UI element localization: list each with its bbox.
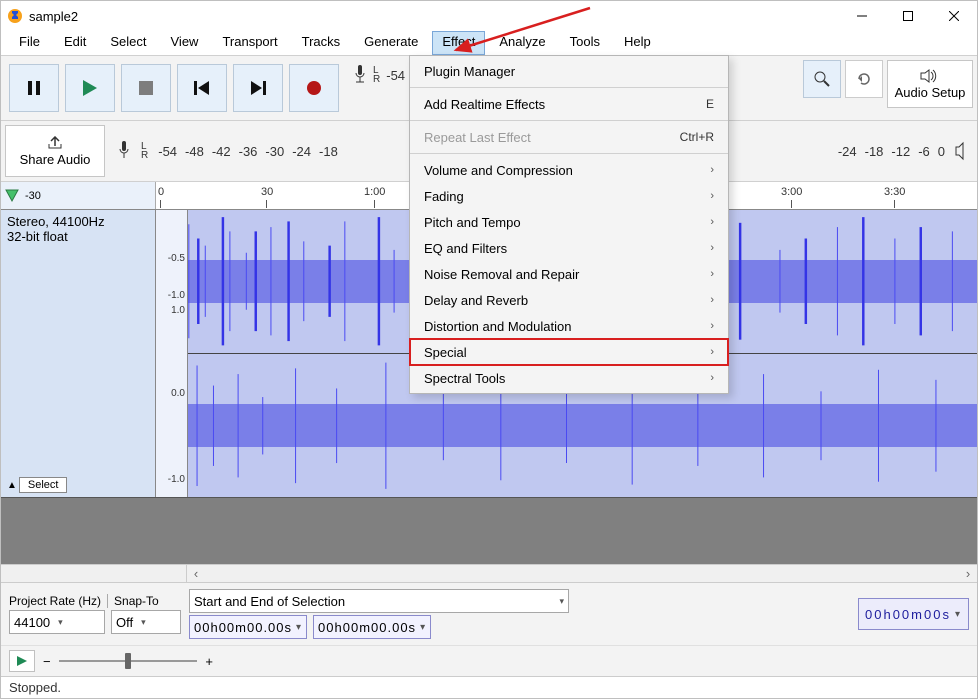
skip-start-button[interactable] xyxy=(177,64,227,112)
playhead-icon[interactable] xyxy=(5,189,19,203)
effect-menu-dropdown: Plugin Manager Add Realtime EffectsE Rep… xyxy=(409,55,729,394)
microphone-icon xyxy=(353,64,367,86)
chevron-right-icon: › xyxy=(710,320,714,332)
microphone-icon xyxy=(117,140,131,162)
project-rate-combo[interactable]: 44100▾ xyxy=(9,610,105,634)
scroll-right-button[interactable]: › xyxy=(959,566,977,581)
chevron-right-icon: › xyxy=(710,242,714,254)
snap-to-label: Snap-To xyxy=(114,594,159,608)
menu-file[interactable]: File xyxy=(9,31,50,55)
menu-select[interactable]: Select xyxy=(100,31,156,55)
playback-speed-slider[interactable]: − + xyxy=(43,652,213,670)
play-button[interactable] xyxy=(65,64,115,112)
project-rate-label: Project Rate (Hz) xyxy=(9,594,101,608)
undo-button[interactable] xyxy=(845,60,883,98)
audio-setup-button[interactable]: Audio Setup xyxy=(887,60,973,108)
zoom-tool-button[interactable] xyxy=(803,60,841,98)
chevron-right-icon: › xyxy=(710,268,714,280)
minus-icon: − xyxy=(43,654,51,669)
menu-tracks[interactable]: Tracks xyxy=(292,31,351,55)
chevron-right-icon: › xyxy=(710,372,714,384)
selection-toolbar: Project Rate (Hz) Snap-To 44100▾ Off▾ St… xyxy=(1,582,977,645)
menu-help[interactable]: Help xyxy=(614,31,661,55)
close-button[interactable] xyxy=(931,1,977,31)
chevron-right-icon: › xyxy=(710,164,714,176)
collapse-icon[interactable]: ▲ xyxy=(7,480,17,491)
share-audio-button[interactable]: Share Audio xyxy=(5,125,105,177)
speaker-icon xyxy=(920,69,940,83)
menu-edit[interactable]: Edit xyxy=(54,31,96,55)
menu-item-volume[interactable]: Volume and Compression› xyxy=(410,157,728,183)
chevron-right-icon: › xyxy=(710,190,714,202)
chevron-down-icon: ▾ xyxy=(955,609,962,620)
plus-icon: + xyxy=(205,654,213,669)
menu-transport[interactable]: Transport xyxy=(212,31,287,55)
record-button[interactable] xyxy=(289,64,339,112)
track-info[interactable]: Stereo, 44100Hz 32-bit float ▲ Select xyxy=(1,210,156,497)
chevron-down-icon: ▾ xyxy=(559,596,564,607)
selection-type-combo[interactable]: Start and End of Selection▾ xyxy=(189,589,569,613)
scroll-left-button[interactable]: ‹ xyxy=(187,566,205,581)
status-bar: Stopped. xyxy=(1,676,977,698)
menu-item-distortion[interactable]: Distortion and Modulation› xyxy=(410,313,728,339)
menu-bar: File Edit Select View Transport Tracks G… xyxy=(1,31,977,55)
chevron-down-icon: ▾ xyxy=(296,622,302,633)
menu-view[interactable]: View xyxy=(161,31,209,55)
speaker-icon xyxy=(955,140,969,162)
skip-end-button[interactable] xyxy=(233,64,283,112)
pause-button[interactable] xyxy=(9,64,59,112)
chevron-down-icon: ▾ xyxy=(141,617,146,628)
stop-button[interactable] xyxy=(121,64,171,112)
menu-item-pitch[interactable]: Pitch and Tempo› xyxy=(410,209,728,235)
play-at-speed-toolbar: − + xyxy=(1,645,977,676)
selection-end-time[interactable]: 00h00m00.00s▾ xyxy=(313,615,431,639)
chevron-down-icon: ▾ xyxy=(420,622,426,633)
menu-item-spectral[interactable]: Spectral Tools› xyxy=(410,365,728,391)
empty-track-area[interactable] xyxy=(1,498,977,564)
chevron-right-icon: › xyxy=(710,346,714,358)
menu-tools[interactable]: Tools xyxy=(560,31,610,55)
maximize-button[interactable] xyxy=(885,1,931,31)
menu-item-eq[interactable]: EQ and Filters› xyxy=(410,235,728,261)
selection-start-time[interactable]: 00h00m00.00s▾ xyxy=(189,615,307,639)
minimize-button[interactable] xyxy=(839,1,885,31)
menu-item-special[interactable]: Special› xyxy=(410,339,728,365)
title-bar: sample2 xyxy=(1,1,977,31)
window-title: sample2 xyxy=(29,9,78,24)
chevron-down-icon: ▾ xyxy=(58,617,63,628)
menu-item-noise[interactable]: Noise Removal and Repair› xyxy=(410,261,728,287)
audio-position-time[interactable]: 00h00m00s▾ xyxy=(858,598,969,630)
menu-item-plugin-manager[interactable]: Plugin Manager xyxy=(410,58,728,84)
menu-item-fading[interactable]: Fading› xyxy=(410,183,728,209)
play-at-speed-button[interactable] xyxy=(9,650,35,672)
status-text: Stopped. xyxy=(9,680,61,695)
horizontal-scrollbar[interactable]: ‹ › xyxy=(1,564,977,582)
menu-item-delay[interactable]: Delay and Reverb› xyxy=(410,287,728,313)
chevron-right-icon: › xyxy=(710,216,714,228)
share-icon xyxy=(47,136,63,150)
menu-item-repeat-last: Repeat Last EffectCtrl+R xyxy=(410,124,728,150)
snap-to-combo[interactable]: Off▾ xyxy=(111,610,181,634)
menu-generate[interactable]: Generate xyxy=(354,31,428,55)
app-logo-icon xyxy=(7,8,23,24)
menu-effect[interactable]: Effect xyxy=(432,31,485,55)
track-select-button[interactable]: Select xyxy=(19,477,68,493)
menu-item-add-realtime[interactable]: Add Realtime EffectsE xyxy=(410,91,728,117)
chevron-right-icon: › xyxy=(710,294,714,306)
menu-analyze[interactable]: Analyze xyxy=(489,31,555,55)
